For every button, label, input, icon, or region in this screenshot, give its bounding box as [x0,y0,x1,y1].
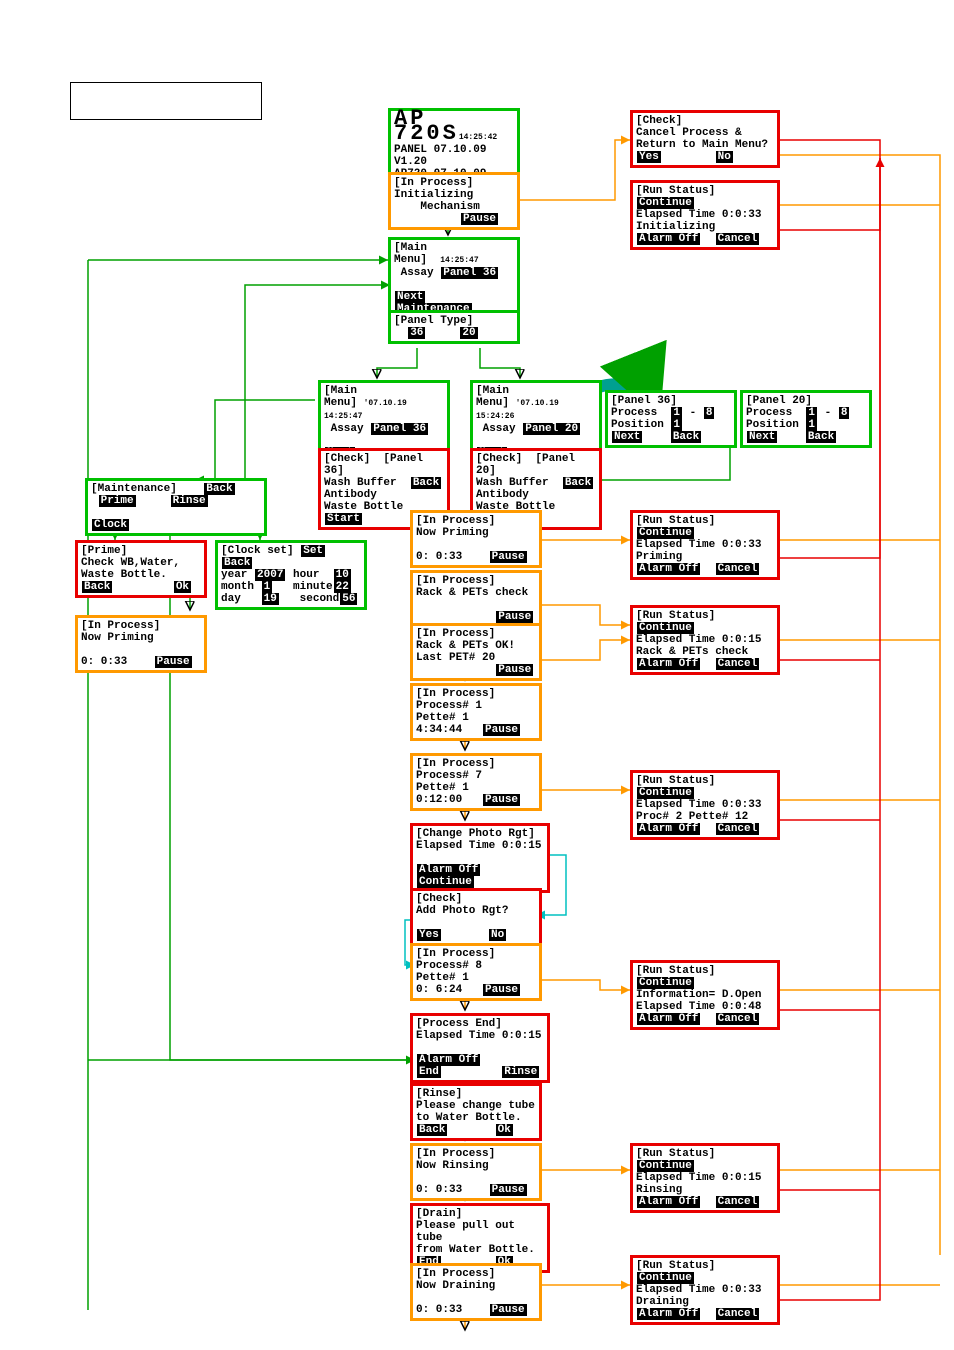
pause-button[interactable]: Pause [483,724,520,736]
run-status-priming: [Run Status]Continue Elapsed Time 0:0:33… [630,510,780,580]
cancel-button[interactable]: Cancel [716,563,760,575]
back-button[interactable]: Back [563,477,593,489]
rack-check: [In Process] Rack & PETs check Pause [410,570,542,628]
add-photo-rgt: [Check] Add Photo Rgt? Yes No [410,888,542,946]
inprocess-priming-left: [In Process] Now Priming 0: 0:33 Pause [75,615,207,673]
pause-button[interactable]: Pause [490,1184,527,1196]
set-button[interactable]: Set [301,545,325,557]
pause-button[interactable]: Pause [461,213,498,225]
rinse-prompt: [Rinse] Please change tube to Water Bott… [410,1083,542,1141]
no-button[interactable]: No [716,151,733,163]
ok-button[interactable]: Ok [496,1124,513,1136]
ok-button[interactable]: Ok [174,581,191,593]
back-button[interactable]: Back [806,431,836,443]
alarm-off-button[interactable]: Alarm Off [637,1196,700,1208]
continue-button[interactable]: Continue [637,1272,694,1284]
process-1: [In Process] Process# 1 Pette# 1 4:34:44… [410,683,542,741]
now-draining: [In Process] Now Draining 0: 0:33 Pause [410,1263,542,1321]
run-status-rinse: [Run Status]Continue Elapsed Time 0:0:15… [630,1143,780,1213]
next-button[interactable]: Next [747,431,777,443]
back-button[interactable]: Back [671,431,701,443]
rinse-button[interactable]: Rinse [502,1066,539,1078]
alarm-off-button[interactable]: Alarm Off [637,233,700,245]
pause-button[interactable]: Pause [490,1304,527,1316]
process-8: [In Process] Process# 8 Pette# 1 0: 6:24… [410,943,542,1001]
main-menu-1: [Main Menu] 14:25:47 Assay Panel 36 Next… [388,237,520,320]
now-priming: [In Process] Now Priming 0: 0:33 Pause [410,510,542,568]
panel-36-button[interactable]: 36 [408,327,425,339]
pause-button[interactable]: Pause [483,794,520,806]
run-status-rack: [Run Status]Continue Elapsed Time 0:0:15… [630,605,780,675]
start-button[interactable]: Start [325,513,362,525]
continue-button[interactable]: Continue [637,977,694,989]
yes-button[interactable]: Yes [637,151,661,163]
continue-button[interactable]: Continue [637,527,694,539]
alarm-off-button[interactable]: Alarm Off [637,1308,700,1320]
flowchart-canvas: AP 720S14:25:42 PANEL 07.10.09 V1.20 AP7… [0,0,954,1350]
run-status-drain: [Run Status]Continue Elapsed Time 0:0:33… [630,1255,780,1325]
back-button[interactable]: Back [204,483,234,495]
cancel-button[interactable]: Cancel [716,1308,760,1320]
cancel-button[interactable]: Cancel [716,658,760,670]
continue-button[interactable]: Continue [637,622,694,634]
pause-button[interactable]: Pause [483,984,520,996]
run-status-init: [Run Status]Continue Elapsed Time 0:0:33… [630,180,780,250]
cancel-check: [Check] Cancel Process & Return to Main … [630,110,780,168]
alarm-off-button[interactable]: Alarm Off [637,563,700,575]
pause-button[interactable]: Pause [155,656,192,668]
cancel-button[interactable]: Cancel [716,823,760,835]
alarm-off-button[interactable]: Alarm Off [637,1013,700,1025]
alarm-off-button[interactable]: Alarm Off [637,658,700,670]
next-button[interactable]: Next [395,291,425,303]
rack-ok: [In Process] Rack & PETs OK! Last PET# 2… [410,623,542,681]
panel-36-setup: [Panel 36] Process 1 - 8 Position 1 Next… [605,390,737,448]
no-button[interactable]: No [489,929,506,941]
pause-button[interactable]: Pause [496,611,533,623]
process-7: [In Process] Process# 7 Pette# 1 0:12:00… [410,753,542,811]
run-status-proc: [Run Status]Continue Elapsed Time 0:0:33… [630,770,780,840]
panel-20-setup: [Panel 20] Process 1 - 8 Position 1 Next… [740,390,872,448]
panel-type: [Panel Type] 36 20 [388,310,520,344]
back-button[interactable]: Back [82,581,112,593]
end-button[interactable]: End [417,1066,441,1078]
alarm-off-button[interactable]: Alarm Off [417,1054,480,1066]
continue-button[interactable]: Continue [637,1160,694,1172]
back-button[interactable]: Back [222,557,252,569]
back-button[interactable]: Back [411,477,441,489]
cancel-button[interactable]: Cancel [716,1013,760,1025]
back-button[interactable]: Back [417,1124,447,1136]
now-rinsing: [In Process] Now Rinsing 0: 0:33 Pause [410,1143,542,1201]
run-status-dopen: [Run Status]Continue Information= D.Open… [630,960,780,1030]
cancel-button[interactable]: Cancel [716,233,760,245]
continue-button[interactable]: Continue [637,787,694,799]
clock-set: [Clock set] Set Back year 2007 hour 10 m… [215,540,367,610]
next-button[interactable]: Next [612,431,642,443]
alarm-off-button[interactable]: Alarm Off [637,823,700,835]
cancel-button[interactable]: Cancel [716,1196,760,1208]
rinse-button[interactable]: Rinse [171,495,208,507]
panel-20-button[interactable]: 20 [460,327,477,339]
continue-button[interactable]: Continue [637,197,694,209]
process-end: [Process End] Elapsed Time 0:0:15 Alarm … [410,1013,550,1083]
clock-button[interactable]: Clock [92,519,129,531]
yes-button[interactable]: Yes [417,929,441,941]
change-photo-rgt: [Change Photo Rgt] Elapsed Time 0:0:15 A… [410,823,550,893]
pause-button[interactable]: Pause [490,551,527,563]
prime-button[interactable]: Prime [99,495,136,507]
prime-check: [Prime] Check WB,Water, Waste Bottle. Ba… [75,540,207,598]
init-screen: [In Process] Initializing Mechanism Paus… [388,172,520,230]
continue-button[interactable]: Continue [417,876,474,888]
pause-button[interactable]: Pause [496,664,533,676]
alarm-off-button[interactable]: Alarm Off [417,864,480,876]
maintenance-menu: [Maintenance] Back Prime Rinse Clock [85,478,267,536]
